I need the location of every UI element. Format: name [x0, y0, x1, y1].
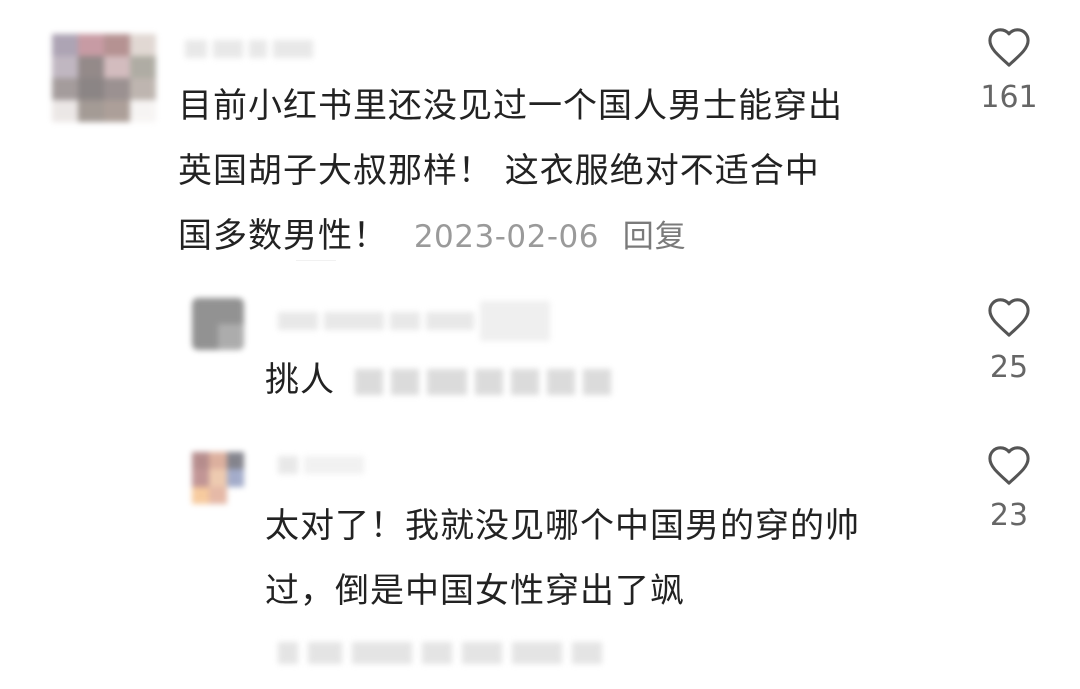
comment-1-reply-button[interactable]: 回复	[623, 219, 687, 255]
avatar-comment-3[interactable]	[192, 452, 244, 504]
comment-1-line-2: 英国胡子大叔那样！ 这衣服绝对不适合中	[178, 151, 820, 191]
username-comment-3[interactable]	[278, 454, 364, 476]
comment-3-body: 太对了！我就没见哪个中国男的穿的帅 过，倒是中国女性穿出了飒	[265, 494, 945, 624]
comment-1-line-3-text: 国多数男性！	[178, 216, 388, 256]
comment-2-text: 挑人	[265, 360, 335, 400]
like-count-comment-2: 25	[989, 350, 1029, 385]
username-comment-1[interactable]	[185, 38, 313, 60]
username-comment-2[interactable]	[278, 301, 550, 341]
comment-3-line-1: 太对了！我就没见哪个中国男的穿的帅	[265, 506, 860, 546]
comment-1-line-1: 目前小红书里还没见过一个国人男士能穿出	[178, 86, 843, 126]
like-button-comment-1[interactable]: 161	[969, 26, 1049, 115]
comment-1-line-3: 国多数男性！ 2023-02-06 回复	[178, 204, 938, 270]
divider	[296, 260, 336, 261]
comment-1-date: 2023-02-06	[413, 219, 599, 255]
comment-2-blurred-content	[354, 368, 611, 395]
comment-3-line-2: 过，倒是中国女性穿出了飒	[265, 571, 685, 611]
comment-2-body: 挑人	[265, 348, 925, 413]
comment-thread: 目前小红书里还没见过一个国人男士能穿出 英国胡子大叔那样！ 这衣服绝对不适合中 …	[0, 0, 1080, 689]
like-count-comment-1: 161	[980, 80, 1038, 115]
next-comment-username-blurred	[278, 642, 602, 664]
like-button-comment-2[interactable]: 25	[969, 296, 1049, 385]
comment-1-body: 目前小红书里还没见过一个国人男士能穿出 英国胡子大叔那样！ 这衣服绝对不适合中 …	[178, 74, 938, 270]
like-button-comment-3[interactable]: 23	[969, 444, 1049, 533]
avatar-comment-1[interactable]	[52, 34, 156, 122]
heart-outline-icon	[988, 446, 1030, 485]
like-count-comment-3: 23	[989, 498, 1029, 533]
avatar-comment-2[interactable]	[192, 298, 244, 350]
heart-outline-icon	[988, 28, 1030, 67]
heart-outline-icon	[988, 298, 1030, 337]
